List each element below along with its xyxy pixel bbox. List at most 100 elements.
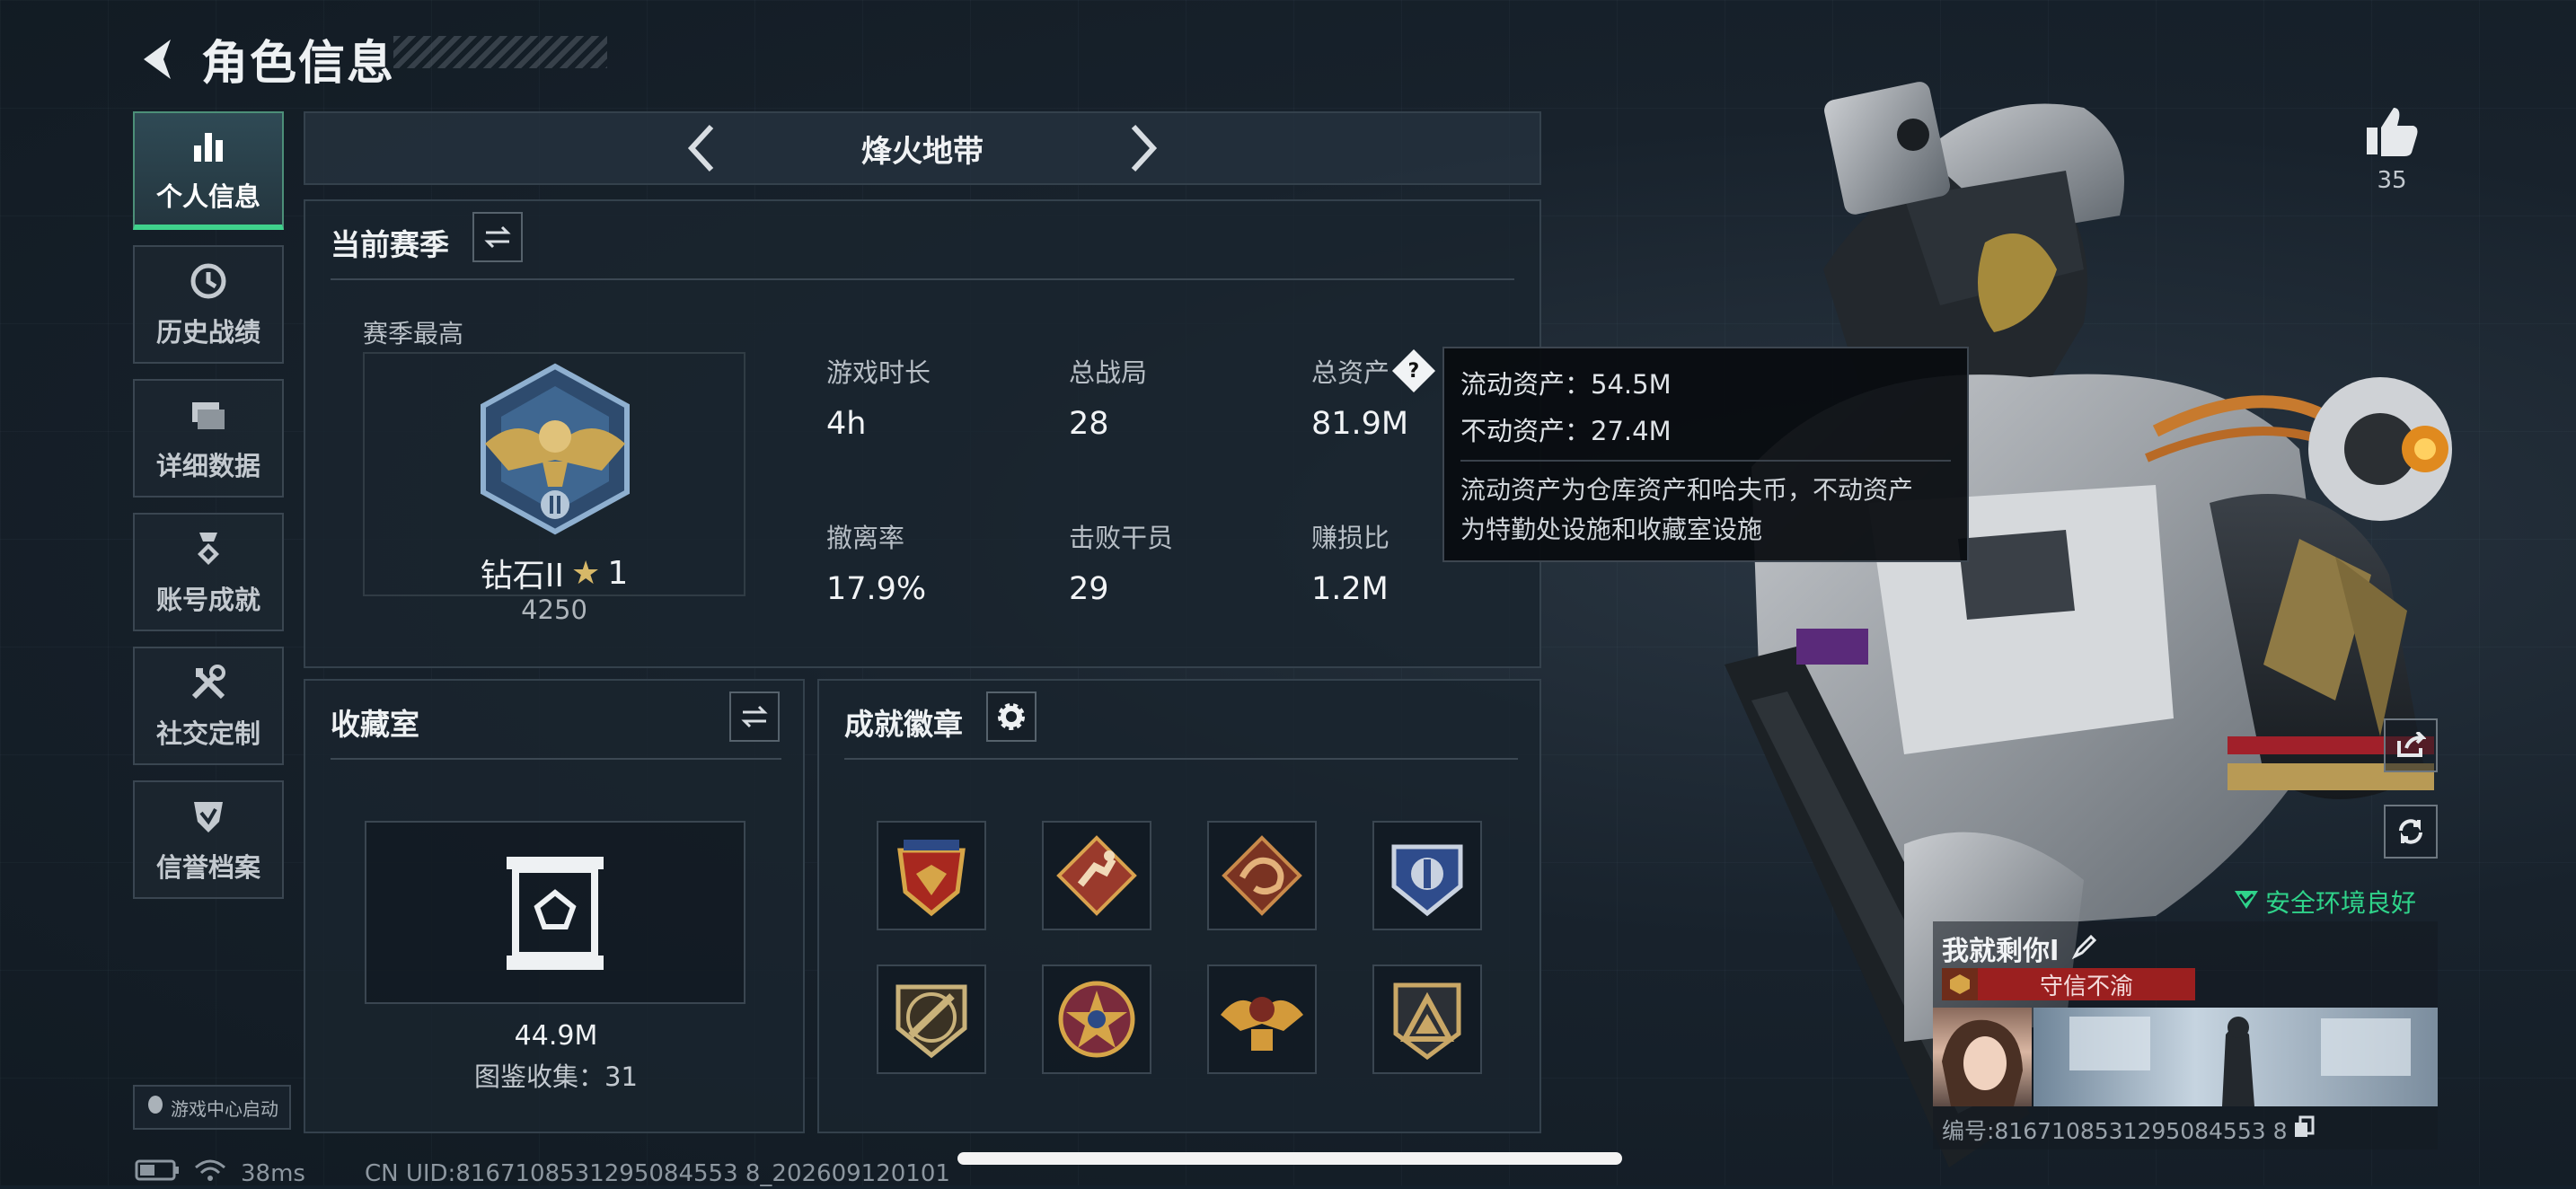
sidebar-item-label: 账号成就 <box>155 585 260 615</box>
stat-value: 1.2M <box>1311 571 1389 607</box>
rank-line: 钻石II ★ 1 <box>363 550 745 596</box>
wifi-icon <box>194 1158 226 1188</box>
sidebar-item-detail-data[interactable]: 详细数据 <box>133 379 284 498</box>
achievement-badge[interactable] <box>1372 964 1482 1074</box>
sidebar-item-label: 详细数据 <box>155 451 260 481</box>
home-indicator[interactable] <box>957 1152 1622 1165</box>
stat-extract-rate: 撤离率 17.9% <box>826 517 926 607</box>
achievement-badge[interactable] <box>1207 821 1317 930</box>
sidebar-item-history[interactable]: 历史战绩 <box>133 245 284 364</box>
copy-icon[interactable] <box>2293 1115 2315 1144</box>
game-center-button[interactable]: 游戏中心启动 <box>133 1085 291 1130</box>
rank-name: 钻石II <box>480 558 565 594</box>
ping-text: 38ms <box>241 1159 305 1187</box>
season-best-label: 赛季最高 <box>363 319 464 348</box>
mode-selector: 烽火地带 <box>304 111 1541 185</box>
shield-wings-badge-icon <box>897 840 966 917</box>
share-icon <box>2397 732 2426 757</box>
next-mode-chevron-icon[interactable] <box>1111 117 1174 180</box>
tooltip-fixed-assets: 不动资产：27.4M <box>1460 416 1672 446</box>
like-count: 35 <box>2377 167 2407 194</box>
triangle-badge-icon <box>1393 982 1461 1061</box>
edit-pencil-icon[interactable] <box>2071 933 2098 964</box>
collection-swap-button[interactable] <box>729 691 780 742</box>
uid-text: CN UID:8167108531295084553 8_20260912010… <box>364 1159 950 1187</box>
shield-check-icon <box>187 795 230 838</box>
tooltip-description-line1: 流动资产为仓库资产和哈夫币，不动资产 <box>1460 475 1914 505</box>
help-question-icon[interactable]: ? <box>1391 348 1436 393</box>
avatar[interactable] <box>1933 1008 2032 1106</box>
profile-id: 编号:8167108531295084553 8 <box>1942 1118 2288 1144</box>
medal-icon <box>187 527 230 570</box>
eagle-badge-icon <box>1221 997 1303 1051</box>
mode-title: 烽火地带 <box>861 133 984 170</box>
tooltip-divider <box>1460 460 1951 462</box>
sidebar-item-social-custom[interactable]: 社交定制 <box>133 647 284 765</box>
season-swap-button[interactable] <box>472 212 523 262</box>
stat-value: 17.9% <box>826 571 927 607</box>
clock-history-icon <box>187 260 230 303</box>
stat-label: 游戏时长 <box>826 357 931 388</box>
stat-profit-loss: 赚损比 1.2M <box>1311 517 1389 607</box>
achievement-badge[interactable] <box>1042 821 1151 930</box>
stat-total-matches: 总战局 28 <box>1069 352 1147 442</box>
gear-icon <box>998 703 1025 730</box>
refresh-button[interactable] <box>2384 805 2438 859</box>
swap-arrows-icon <box>741 705 768 728</box>
tools-icon <box>187 661 230 704</box>
like-widget[interactable]: 35 <box>2359 104 2425 194</box>
header-decoration <box>393 36 607 68</box>
profile-title-text: 守信不渝 <box>2039 973 2133 1000</box>
back-arrow-icon[interactable] <box>135 34 178 84</box>
profile-title-badge[interactable]: 守信不渝 <box>1942 968 2195 1000</box>
stat-value: 81.9M <box>1311 406 1409 442</box>
stat-label: 击败干员 <box>1069 523 1174 553</box>
tooltip-description-line2: 为特勤处设施和收藏室设施 <box>1460 515 1763 544</box>
stat-value: 4h <box>826 406 867 442</box>
stat-value: 29 <box>1069 571 1109 607</box>
sidebar-item-label: 社交定制 <box>155 718 260 749</box>
stat-label: 总资产 <box>1311 357 1390 388</box>
rank-emblem-icon <box>467 361 643 541</box>
running-figure-badge-icon <box>1056 835 1137 916</box>
assets-tooltip: 流动资产：54.5M 不动资产：27.4M 流动资产为仓库资产和哈夫币，不动资产… <box>1442 347 1969 562</box>
achievements-title: 成就徽章 <box>844 707 963 742</box>
collection-divider <box>331 758 781 760</box>
profile-card: 我就剩你l 守信不渝 编号:8167108531295084553 8 <box>1933 921 2438 1149</box>
star-medal-badge-icon <box>1058 981 1135 1058</box>
sidebar-item-credit-record[interactable]: 信誉档案 <box>133 780 284 899</box>
profile-banner <box>2033 1008 2438 1106</box>
sidebar-item-achievements[interactable]: 账号成就 <box>133 513 284 631</box>
achievement-badge[interactable] <box>877 964 986 1074</box>
game-center-label: 游戏中心启动 <box>171 1097 278 1120</box>
security-status: 安全环境良好 <box>2233 884 2416 920</box>
rank-star-icon: ★ <box>571 554 601 592</box>
season-divider <box>331 278 1514 280</box>
title-emblem-icon <box>1942 968 1978 1000</box>
battery-icon <box>135 1159 180 1187</box>
collection-value: 44.9M <box>514 1020 598 1052</box>
stat-label: 赚损比 <box>1311 523 1390 553</box>
achievement-badge[interactable] <box>1042 964 1151 1074</box>
blue-emblem-badge-icon <box>1391 844 1463 917</box>
achievements-settings-button[interactable] <box>986 691 1037 742</box>
display-case-icon <box>503 853 607 977</box>
achievements-divider <box>844 758 1518 760</box>
dragon-badge-icon <box>1222 835 1302 916</box>
sidebar-item-label: 信誉档案 <box>155 852 260 883</box>
achievement-badge[interactable] <box>877 821 986 930</box>
status-bar: 38ms CN UID:8167108531295084553 8_202609… <box>135 1158 950 1188</box>
achievement-badge[interactable] <box>1372 821 1482 930</box>
page-header: 角色信息 <box>135 25 395 92</box>
rank-points: 4250 <box>521 594 587 625</box>
prev-mode-chevron-icon[interactable] <box>671 117 734 180</box>
share-button[interactable] <box>2384 718 2438 772</box>
security-text: 安全环境良好 <box>2265 888 2417 918</box>
profile-name: 我就剩你l <box>1942 936 2060 967</box>
profile-id-row: 编号:8167108531295084553 8 <box>1942 1114 2315 1146</box>
sidebar-item-personal-info[interactable]: 个人信息 <box>133 111 284 230</box>
qq-penguin-icon <box>146 1094 165 1122</box>
achievement-badge[interactable] <box>1207 964 1317 1074</box>
achievements-panel: 成就徽章 <box>817 679 1541 1133</box>
stat-play-time: 游戏时长 4h <box>826 352 931 442</box>
